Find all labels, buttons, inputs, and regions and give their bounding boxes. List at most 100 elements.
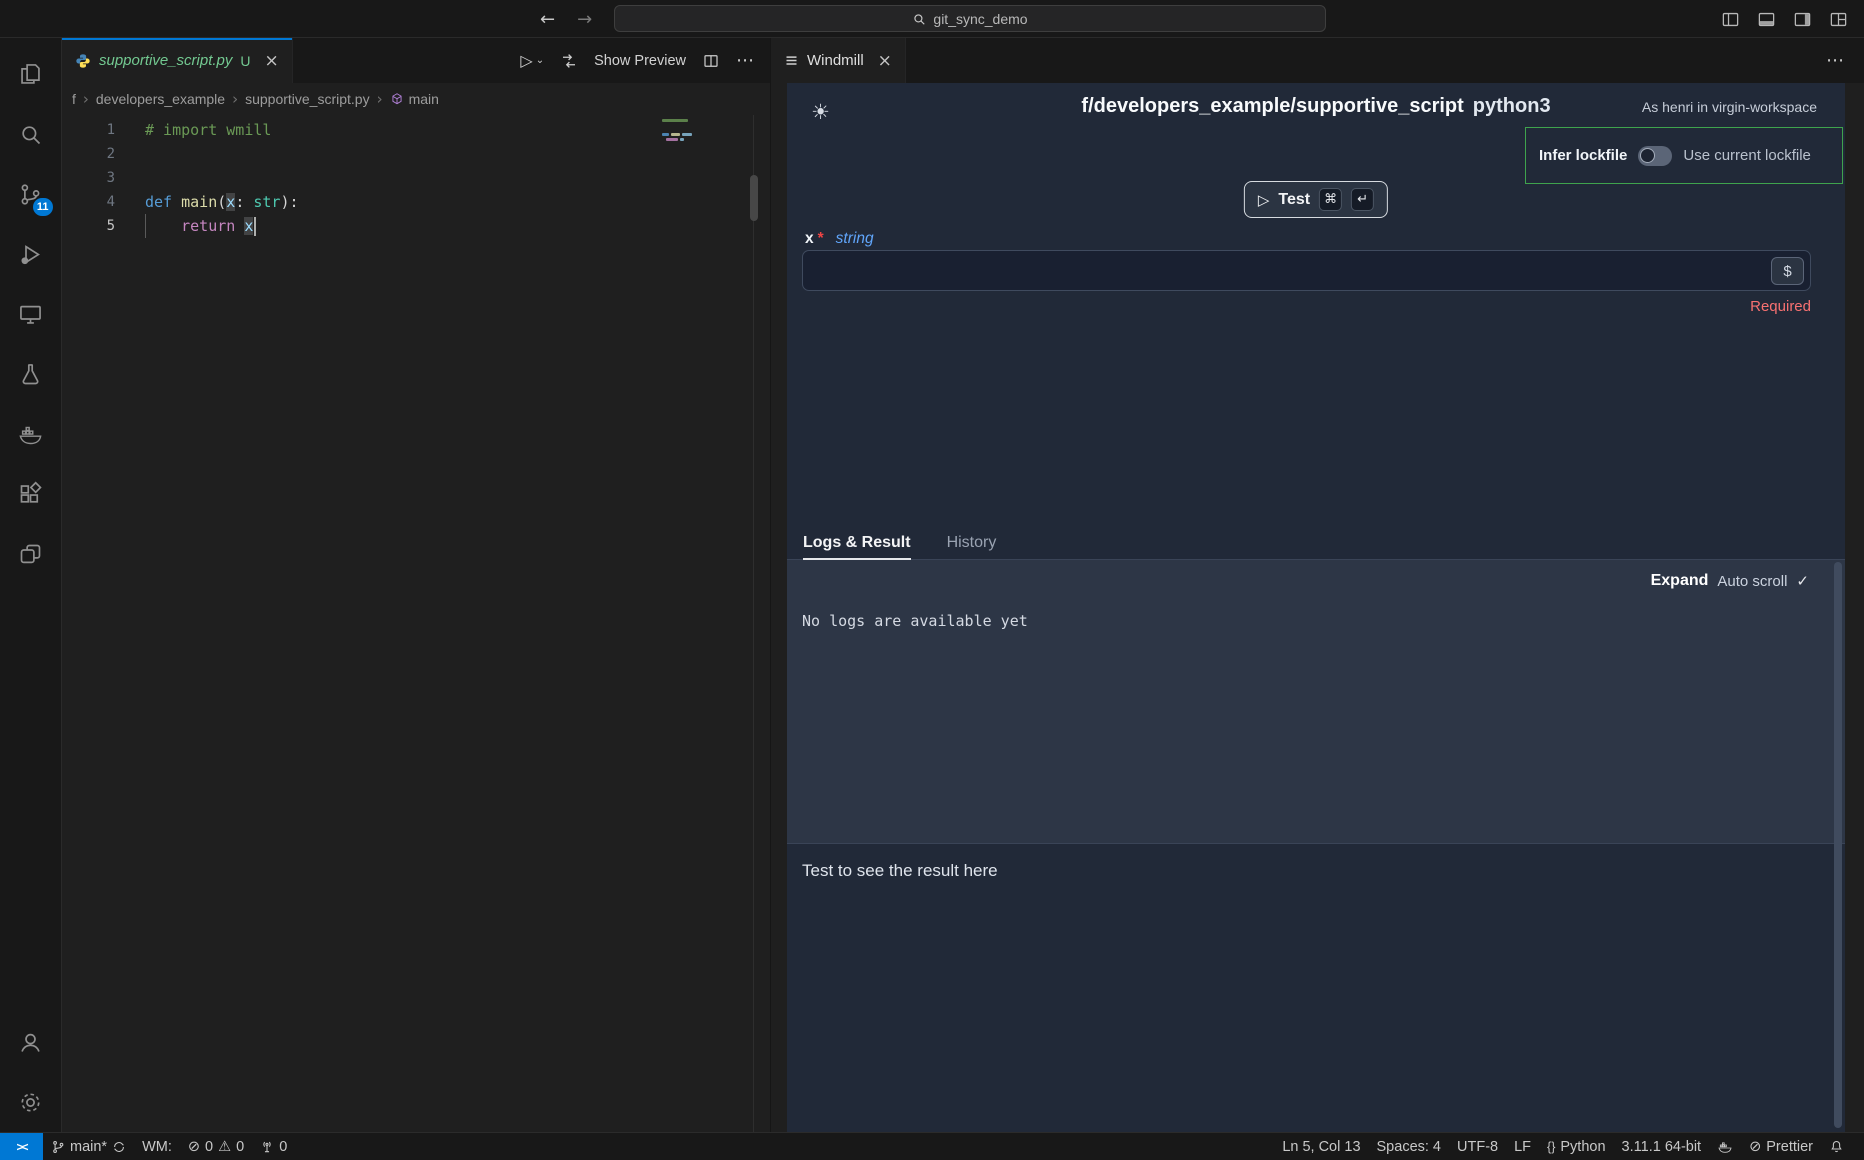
- settings-gear-icon[interactable]: [0, 1072, 62, 1132]
- code-token: def main(x: str):: [145, 190, 299, 214]
- tab-close-icon[interactable]: ×: [265, 51, 279, 71]
- line-number[interactable]: 1: [62, 118, 115, 142]
- run-dropdown-icon[interactable]: ⌄: [536, 55, 544, 66]
- test-button[interactable]: ▷ Test ⌘ ↵: [1244, 181, 1388, 218]
- tab-supportive-script[interactable]: supportive_script.py U ×: [62, 38, 293, 83]
- source-control-icon[interactable]: 11: [0, 164, 62, 224]
- overlapping-windows-icon[interactable]: [0, 524, 62, 584]
- tab-windmill[interactable]: Windmill ×: [771, 38, 906, 83]
- play-icon: ▷: [1258, 191, 1270, 209]
- testing-beaker-icon[interactable]: [0, 344, 62, 404]
- infer-lockfile-toggle[interactable]: [1638, 146, 1672, 166]
- editor-group-windmill: Windmill × ⋯ ☀ f/developers_example/supp…: [770, 38, 1864, 1132]
- run-icon: ▷: [520, 51, 532, 70]
- variable-picker-button[interactable]: $: [1771, 257, 1804, 285]
- error-count: 0: [205, 1139, 213, 1155]
- code-line: 4 def main(x: str):: [62, 190, 770, 214]
- line-number[interactable]: 2: [62, 142, 115, 166]
- editor-scrollbar-thumb[interactable]: [750, 175, 758, 221]
- breadcrumb-folder[interactable]: developers_example: [96, 91, 225, 107]
- ports-status[interactable]: 0: [252, 1133, 295, 1160]
- line-number-active[interactable]: 5: [62, 214, 115, 238]
- show-preview-button[interactable]: Show Preview: [594, 53, 686, 69]
- radio-tower-icon: [260, 1140, 274, 1154]
- check-icon: ✓: [1796, 572, 1809, 590]
- breadcrumb-separator: ›: [232, 90, 238, 108]
- customize-layout-icon[interactable]: [1829, 10, 1848, 29]
- language-mode-status[interactable]: {} Python: [1539, 1133, 1614, 1160]
- breadcrumb-symbol[interactable]: main: [390, 91, 439, 107]
- git-branch-status[interactable]: main*: [43, 1133, 134, 1160]
- error-icon: ⊘: [188, 1139, 200, 1155]
- toggle-secondary-sidebar-icon[interactable]: [1793, 10, 1812, 29]
- breadcrumb: f › developers_example › supportive_scri…: [62, 83, 770, 115]
- minimap[interactable]: [662, 117, 746, 157]
- explorer-icon[interactable]: [0, 44, 62, 104]
- infer-lockfile-label: Infer lockfile: [1539, 147, 1627, 164]
- prettier-status[interactable]: ⊘ Prettier: [1741, 1133, 1821, 1160]
- toggle-panel-icon[interactable]: [1757, 10, 1776, 29]
- line-number[interactable]: 3: [62, 166, 115, 190]
- command-center[interactable]: git_sync_demo: [614, 5, 1326, 32]
- required-star: *: [818, 230, 824, 248]
- cursor-position-status[interactable]: Ln 5, Col 13: [1274, 1133, 1368, 1160]
- windmill-webview: ☀ f/developers_example/supportive_script…: [787, 83, 1845, 1132]
- more-actions-icon[interactable]: ⋯: [736, 50, 754, 71]
- cmd-key-icon: ⌘: [1319, 188, 1342, 211]
- breadcrumb-folder[interactable]: f: [72, 91, 76, 107]
- breadcrumb-separator: ›: [377, 90, 383, 108]
- run-python-file-button[interactable]: ▷ ⌄: [520, 51, 544, 70]
- logs-empty-message: No logs are available yet: [802, 612, 1028, 630]
- windmill-logo-icon: [784, 53, 799, 68]
- code-token: # import wmill: [145, 118, 271, 142]
- sync-icon: [112, 1140, 126, 1154]
- eol-status[interactable]: LF: [1506, 1133, 1539, 1160]
- notifications-status[interactable]: [1821, 1133, 1852, 1160]
- compare-changes-icon[interactable]: [560, 52, 578, 70]
- code-line: 5 return x: [62, 214, 770, 238]
- argument-label-row: x* string: [805, 230, 874, 248]
- code-editor[interactable]: 1 # import wmill 2 3 4 def main(x: str):…: [62, 115, 770, 1132]
- result-tabs: Logs & Result History: [787, 527, 1845, 560]
- editor-actions: ▷ ⌄ Show Preview ⋯: [520, 38, 770, 83]
- indentation-status[interactable]: Spaces: 4: [1369, 1133, 1450, 1160]
- encoding-status[interactable]: UTF-8: [1449, 1133, 1506, 1160]
- vscode-window: ← → git_sync_demo 11: [0, 0, 1864, 1160]
- run-context-label: As henri in virgin-workspace: [1642, 99, 1817, 115]
- remote-indicator[interactable]: ><: [0, 1133, 43, 1160]
- argument-input-wrap: $: [802, 250, 1811, 291]
- symbol-method-icon: [390, 92, 404, 106]
- problems-status[interactable]: ⊘ 0 ⚠ 0: [180, 1133, 252, 1160]
- tab-logs-result[interactable]: Logs & Result: [803, 527, 911, 560]
- expand-button[interactable]: Expand: [1651, 572, 1709, 590]
- back-button[interactable]: ←: [540, 9, 555, 30]
- line-number[interactable]: 4: [62, 190, 115, 214]
- extensions-icon[interactable]: [0, 464, 62, 524]
- split-editor-icon[interactable]: [702, 52, 720, 70]
- toggle-sidebar-icon[interactable]: [1721, 10, 1740, 29]
- remote-explorer-icon[interactable]: [0, 284, 62, 344]
- text-cursor: [254, 217, 256, 236]
- tab-history[interactable]: History: [947, 527, 997, 559]
- editor-group-code: supportive_script.py U × ▷ ⌄ Show Previe…: [62, 38, 770, 1132]
- more-actions-icon[interactable]: ⋯: [1826, 38, 1864, 83]
- forward-button[interactable]: →: [577, 9, 592, 30]
- windmill-status[interactable]: WM:: [134, 1133, 180, 1160]
- breadcrumb-file[interactable]: supportive_script.py: [245, 91, 370, 107]
- search-sidebar-icon[interactable]: [0, 104, 62, 164]
- docker-icon[interactable]: [0, 404, 62, 464]
- webview-scrollbar-thumb[interactable]: [1834, 562, 1842, 1128]
- breadcrumb-symbol-label: main: [409, 91, 439, 107]
- language-mode-label: Python: [1560, 1139, 1605, 1155]
- docker-status[interactable]: [1709, 1133, 1741, 1160]
- run-debug-icon[interactable]: [0, 224, 62, 284]
- docker-whale-icon: [1717, 1139, 1733, 1155]
- tab-close-icon[interactable]: ×: [878, 51, 892, 71]
- editor-scrollbar-track: [753, 115, 754, 1132]
- python-interpreter-status[interactable]: 3.11.1 64-bit: [1614, 1133, 1710, 1160]
- argument-input[interactable]: [803, 251, 1810, 290]
- use-current-lockfile-label[interactable]: Use current lockfile: [1683, 147, 1811, 164]
- auto-scroll-label[interactable]: Auto scroll: [1717, 573, 1787, 590]
- account-icon[interactable]: [0, 1012, 62, 1072]
- result-placeholder: Test to see the result here: [802, 861, 998, 881]
